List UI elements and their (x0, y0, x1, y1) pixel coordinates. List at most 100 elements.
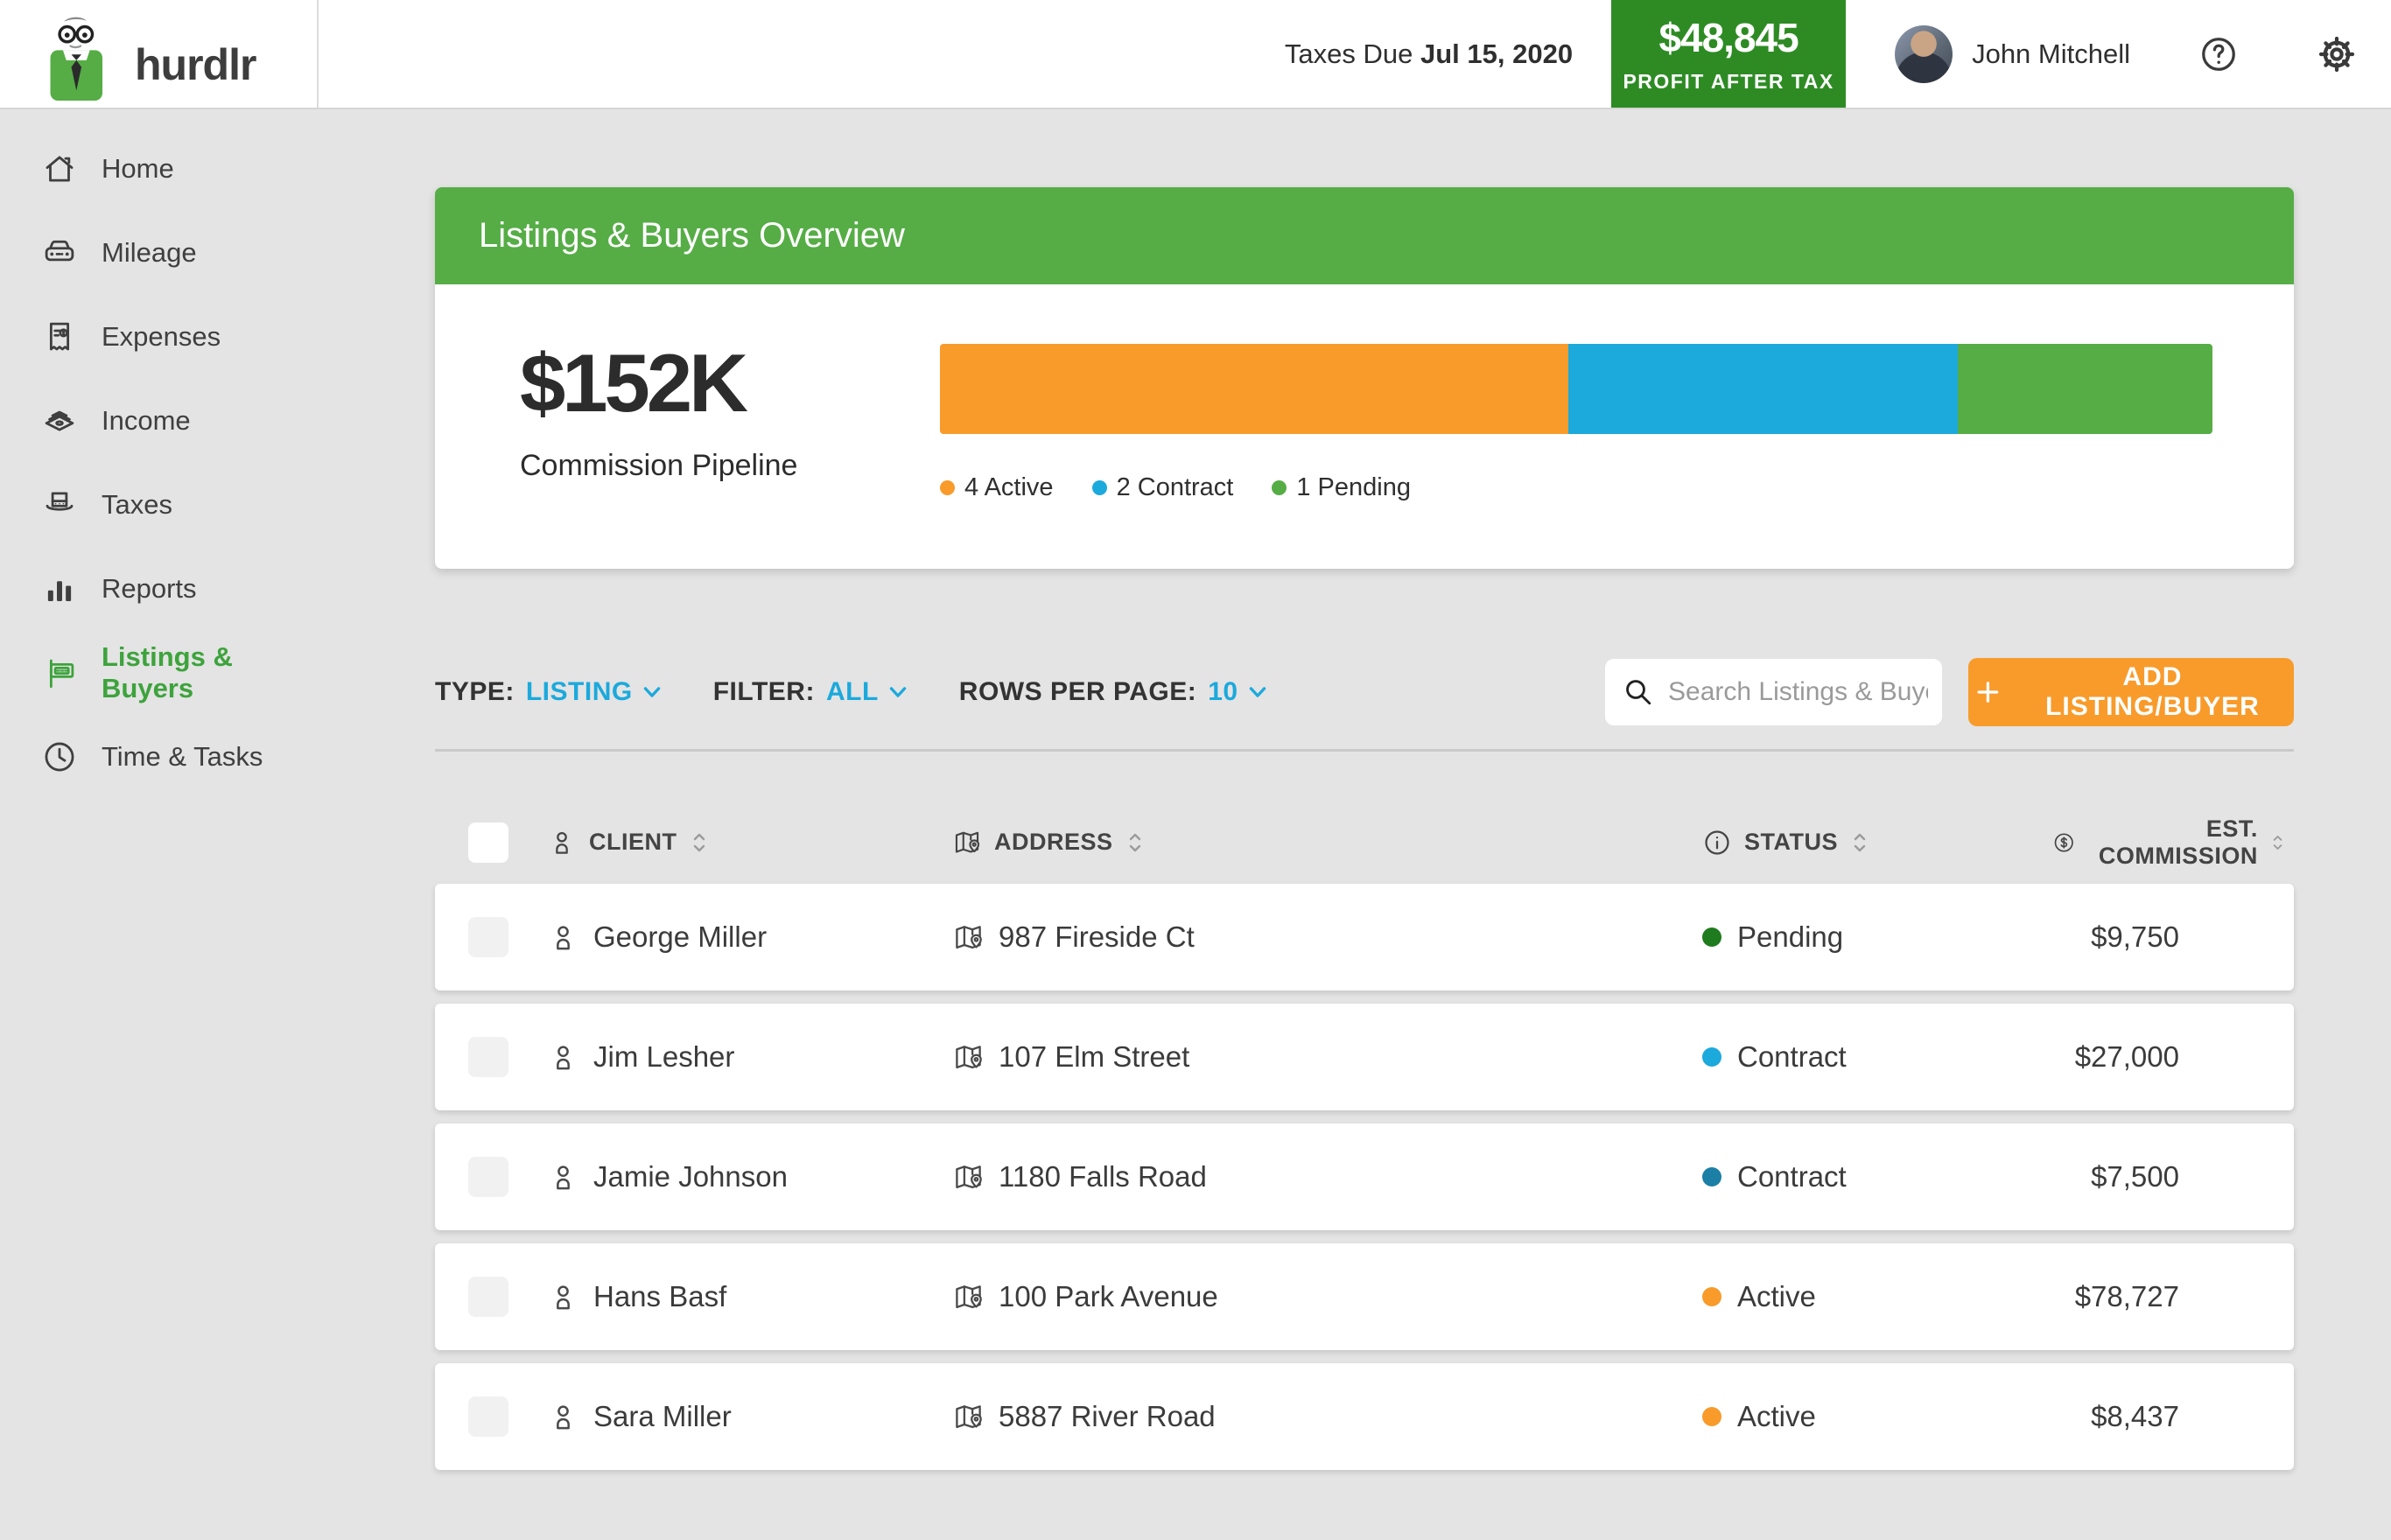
sidebar-item-label: Listings & Buyers (102, 641, 319, 704)
legend-item-pending: 1 Pending (1272, 473, 1411, 502)
sidebar-item-label: Time & Tasks (102, 741, 263, 773)
listings-toolbar: TYPE: LISTING FILTER: ALL ROWS PER PAGE:… (435, 658, 2294, 726)
type-label: TYPE: (435, 677, 515, 707)
sidebar-item-label: Reports (102, 573, 197, 605)
column-label: ADDRESS (994, 829, 1113, 856)
legend-item-contract: 2 Contract (1092, 473, 1234, 502)
column-header-status[interactable]: STATUS (1702, 828, 1869, 858)
address: 5887 River Road (999, 1400, 1216, 1433)
row-checkbox[interactable] (468, 1157, 508, 1197)
user-name: John Mitchell (1972, 38, 2130, 70)
status-dot (1702, 1047, 1721, 1067)
status-label: Contract (1737, 1040, 1847, 1074)
gear-icon (2316, 33, 2358, 75)
top-hat-icon (41, 486, 78, 523)
column-header-client[interactable]: CLIENT (547, 828, 709, 858)
filter-label: FILTER: (713, 677, 815, 707)
overview-title: Listings & Buyers Overview (479, 216, 905, 256)
status-dot (1702, 1407, 1721, 1426)
legend-dot-active (940, 480, 955, 495)
sidebar-item-taxes[interactable]: Taxes (0, 463, 319, 547)
pipeline-amount: $152K (520, 342, 745, 424)
address: 100 Park Avenue (999, 1280, 1218, 1313)
avatar[interactable] (1895, 25, 1953, 83)
sidebar-item-label: Home (102, 153, 174, 185)
sidebar-item-label: Mileage (102, 237, 197, 269)
legend-dot-pending (1272, 480, 1287, 495)
status-label: Pending (1737, 920, 1843, 954)
search-input[interactable] (1666, 676, 1930, 708)
sale-sign-icon (41, 654, 78, 691)
overview-card-body: $152K Commission Pipeline 4 Active 2 Con… (435, 284, 2294, 569)
search-icon (1623, 676, 1654, 708)
home-icon (41, 150, 78, 187)
client-name: Jim Lesher (593, 1040, 734, 1074)
row-checkbox[interactable] (468, 917, 508, 957)
chevron-down-icon (1245, 680, 1270, 704)
person-icon (547, 1041, 579, 1074)
rows-per-page-value: 10 (1208, 677, 1238, 707)
status-label: Active (1737, 1280, 1816, 1313)
overview-card: Listings & Buyers Overview $152K Commiss… (435, 187, 2294, 569)
sidebar-item-home[interactable]: Home (0, 127, 319, 211)
sort-icon (690, 830, 709, 856)
column-header-address[interactable]: ADDRESS (952, 828, 1145, 858)
map-pin-icon (952, 1281, 985, 1313)
sort-icon (1125, 830, 1145, 856)
legend-dot-contract (1092, 480, 1107, 495)
sidebar-item-listings-buyers[interactable]: Listings & Buyers (0, 631, 319, 715)
row-checkbox[interactable] (468, 1396, 508, 1437)
sidebar: Home Mileage Expenses (0, 109, 319, 1540)
map-pin-icon (952, 921, 985, 954)
sidebar-item-expenses[interactable]: Expenses (0, 295, 319, 379)
legend-label: 4 Active (964, 473, 1054, 502)
sidebar-item-time-tasks[interactable]: Time & Tasks (0, 715, 319, 799)
commission-value: $7,500 (2091, 1160, 2179, 1194)
add-listing-buyer-button[interactable]: ADD LISTING/BUYER (1968, 658, 2294, 726)
sidebar-item-income[interactable]: Income (0, 379, 319, 463)
address: 987 Fireside Ct (999, 920, 1195, 954)
sidebar-item-reports[interactable]: Reports (0, 547, 319, 631)
rows-per-page-label: ROWS PER PAGE: (959, 677, 1196, 707)
sidebar-item-mileage[interactable]: Mileage (0, 211, 319, 295)
column-header-est-commission[interactable]: EST. COMMISSION (2052, 816, 2285, 870)
status-dot (1702, 1287, 1721, 1306)
map-pin-icon (952, 1161, 985, 1194)
add-button-label: ADD LISTING/BUYER (2016, 662, 2289, 722)
taxes-due-date: Jul 15, 2020 (1420, 38, 1573, 69)
listings-table: CLIENT ADDRESS (435, 801, 2294, 1483)
filter-dropdown[interactable]: FILTER: ALL (713, 677, 910, 707)
person-icon (547, 1281, 579, 1313)
table-row[interactable]: Hans Basf 100 Park Avenue Active $78,727 (435, 1243, 2294, 1350)
sort-icon (1850, 830, 1869, 856)
row-checkbox[interactable] (468, 1037, 508, 1077)
help-button[interactable] (2198, 34, 2239, 74)
type-dropdown[interactable]: TYPE: LISTING (435, 677, 664, 707)
row-checkbox[interactable] (468, 1277, 508, 1317)
commission-value: $9,750 (2091, 920, 2179, 954)
map-pin-icon (952, 828, 982, 858)
column-label: EST. COMMISSION (2088, 816, 2258, 870)
select-all-checkbox[interactable] (468, 822, 508, 863)
info-icon (1702, 828, 1732, 858)
type-value: LISTING (526, 677, 633, 707)
clock-icon (41, 738, 78, 775)
table-row[interactable]: George Miller 987 Fireside Ct Pending $9… (435, 884, 2294, 990)
table-row[interactable]: Jim Lesher 107 Elm Street Contract $27,0… (435, 1004, 2294, 1110)
pipeline-stacked-bar (940, 344, 2212, 434)
user-menu[interactable]: John Mitchell (1895, 25, 2130, 83)
commission-value: $27,000 (2075, 1040, 2179, 1074)
status-label: Active (1737, 1400, 1816, 1433)
rows-per-page-dropdown[interactable]: ROWS PER PAGE: 10 (959, 677, 1270, 707)
legend-label: 1 Pending (1296, 473, 1411, 502)
filter-value: ALL (826, 677, 879, 707)
table-row[interactable]: Sara Miller 5887 River Road Active $8,43… (435, 1363, 2294, 1470)
table-row[interactable]: Jamie Johnson 1180 Falls Road Contract $… (435, 1124, 2294, 1230)
settings-button[interactable] (2316, 33, 2358, 75)
app-screen: hurdlr Taxes Due Jul 15, 2020 $48,845 PR… (0, 0, 2391, 1540)
search-box (1605, 659, 1942, 725)
column-label: CLIENT (589, 829, 677, 856)
taxes-due: Taxes Due Jul 15, 2020 (1285, 38, 1573, 70)
profit-amount: $48,845 (1658, 14, 1798, 61)
sidebar-item-label: Expenses (102, 321, 221, 353)
